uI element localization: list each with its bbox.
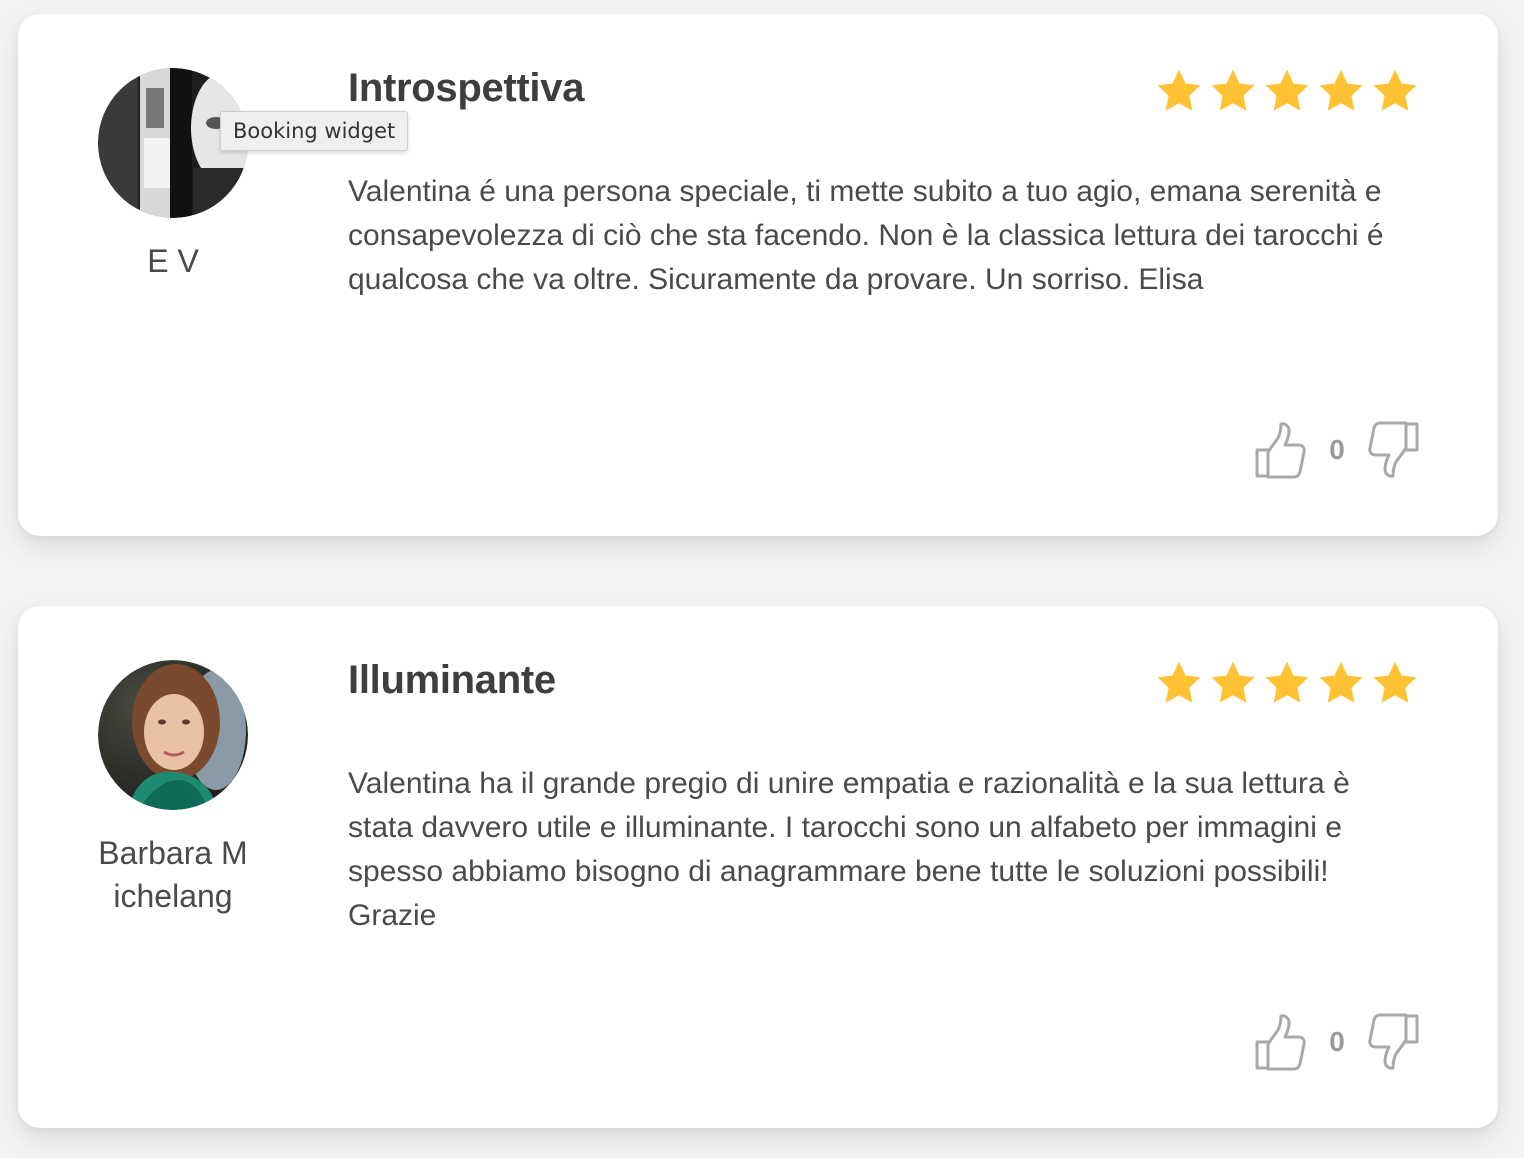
star-icon — [1157, 69, 1201, 111]
star-icon — [1265, 69, 1309, 111]
thumbs-up-icon[interactable] — [1254, 420, 1308, 480]
author-name: Barbara Michelang — [98, 835, 248, 914]
star-rating — [1154, 658, 1420, 708]
star-rating — [1154, 66, 1420, 116]
review-card: E V Introspettiva Valentina é una person… — [18, 14, 1498, 536]
star-icon — [1373, 661, 1417, 703]
star-icon — [1265, 661, 1309, 703]
thumbs-down-icon[interactable] — [1366, 1012, 1420, 1072]
vote-count: 0 — [1329, 434, 1345, 465]
star-icon — [1211, 69, 1255, 111]
star-icon — [1211, 661, 1255, 703]
thumbs-down-icon[interactable] — [1366, 420, 1420, 480]
review-text: Valentina é una persona speciale, ti met… — [348, 175, 1384, 296]
reviews-page: E V Introspettiva Valentina é una person… — [0, 0, 1524, 1158]
avatar — [98, 660, 248, 810]
tooltip: Booking widget — [220, 111, 409, 151]
star-icon — [1319, 69, 1363, 111]
review-card: Barbara Michelang Illuminante Valentina … — [18, 606, 1498, 1128]
review-text: Valentina ha il grande pregio di unire e… — [348, 767, 1350, 932]
review-author: E V — [98, 68, 248, 283]
thumbs-up-icon[interactable] — [1254, 1012, 1308, 1072]
vote-controls: 0 — [1254, 1012, 1420, 1072]
vote-count: 0 — [1329, 1026, 1345, 1057]
star-icon — [1157, 661, 1201, 703]
star-icon — [1373, 69, 1417, 111]
review-author: Barbara Michelang — [98, 660, 248, 918]
vote-controls: 0 — [1254, 420, 1420, 480]
review-title: Introspettiva — [348, 66, 585, 110]
author-name: E V — [147, 243, 199, 279]
star-icon — [1319, 661, 1363, 703]
review-title: Illuminante — [348, 658, 556, 702]
